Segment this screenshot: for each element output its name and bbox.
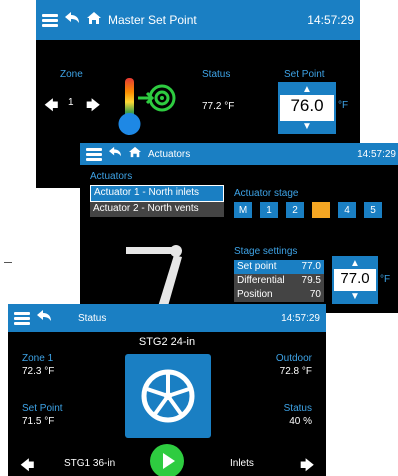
actuator-list: Actuator 1 - North inlets Actuator 2 - N… <box>90 185 224 217</box>
zone-label: Zone 1 <box>22 353 54 364</box>
play-icon <box>163 453 175 469</box>
page-title: Status <box>78 312 107 324</box>
master-header-bar: Master Set Point 14:57:29 <box>36 0 360 40</box>
back-icon[interactable] <box>36 309 52 328</box>
stage-value-stepper[interactable]: ▲ 77.0 ▼ <box>332 256 378 304</box>
fan-tile[interactable] <box>125 354 211 438</box>
home-icon[interactable] <box>128 145 142 163</box>
clock: 14:57:29 <box>357 148 396 160</box>
setting-name: Set point <box>237 261 277 272</box>
home-icon[interactable] <box>86 11 102 30</box>
stage-button-m[interactable]: M <box>234 202 252 218</box>
next-stage-label[interactable]: Inlets <box>230 458 254 469</box>
thermometer-icon <box>116 76 184 143</box>
setting-row-differential[interactable]: Differential 79.5 <box>234 274 324 288</box>
setpoint-stepper[interactable]: ▲ 76.0 ▼ <box>278 82 336 134</box>
page-title: Master Set Point <box>108 13 197 27</box>
setpoint-value: 76.0 <box>290 96 324 115</box>
actuator-item-2[interactable]: Actuator 2 - North vents <box>90 202 224 217</box>
actuators-screen: Actuators 14:57:29 Actuators Actuator 1 … <box>80 143 398 313</box>
setpoint-value: 71.5 °F <box>22 416 55 427</box>
prev-stage-label[interactable]: STG1 36-in <box>64 458 115 469</box>
stage-button-1[interactable]: 1 <box>260 202 278 218</box>
zone-prev-arrow-icon[interactable]: 🡄 <box>44 95 58 119</box>
outdoor-label: Outdoor <box>275 353 312 364</box>
decrease-arrow-icon[interactable]: ▼ <box>280 121 334 132</box>
back-icon[interactable] <box>64 11 80 30</box>
status-label: Status <box>283 403 312 414</box>
next-stage-arrow-icon[interactable]: 🡆 <box>300 455 314 476</box>
status-screen: Status 14:57:29 STG2 24-in Zone 1 72.3 °… <box>8 304 326 476</box>
zone-next-arrow-icon[interactable]: 🡆 <box>86 95 100 119</box>
status-value: 40 % <box>289 416 312 427</box>
menu-icon[interactable] <box>86 148 102 161</box>
prev-stage-arrow-icon[interactable]: 🡄 <box>20 455 34 476</box>
status-label: Status <box>202 69 231 80</box>
menu-icon[interactable] <box>14 312 30 325</box>
setting-row-position[interactable]: Position 70 <box>234 288 324 302</box>
clock: 14:57:29 <box>307 13 354 27</box>
outdoor-value: 72.8 °F <box>279 366 312 377</box>
stage-button-3[interactable]: 3 <box>312 202 330 218</box>
stage-settings-table: Set point 77.0 Differential 79.5 Positio… <box>234 260 324 302</box>
actuator-item-1[interactable]: Actuator 1 - North inlets <box>90 185 224 202</box>
setpoint-unit: °F <box>338 100 349 111</box>
status-value: 77.2 °F <box>202 101 235 112</box>
stage-button-4[interactable]: 4 <box>338 202 356 218</box>
setting-value: 77.0 <box>301 261 321 272</box>
zone-value: 72.3 °F <box>22 366 55 377</box>
actuator-stage-label: Actuator stage <box>234 188 299 199</box>
menu-icon[interactable] <box>42 14 58 27</box>
setpoint-label: Set Point <box>284 69 325 80</box>
fan-icon <box>141 369 195 423</box>
back-icon[interactable] <box>108 145 122 163</box>
zone-value: 1 <box>68 97 74 108</box>
page-title: Actuators <box>148 148 191 160</box>
setpoint-label: Set Point <box>22 403 63 414</box>
zone-label: Zone <box>60 69 83 80</box>
decrease-arrow-icon[interactable]: ▼ <box>334 291 376 302</box>
increase-arrow-icon[interactable]: ▲ <box>334 258 376 269</box>
stage-button-5[interactable]: 5 <box>364 202 382 218</box>
stage-buttons: M 1 2 3 4 5 <box>234 202 384 218</box>
increase-arrow-icon[interactable]: ▲ <box>280 84 334 95</box>
actuators-header-bar: Actuators 14:57:29 <box>80 143 398 165</box>
setting-value: 70 <box>309 289 321 300</box>
stage-settings-label: Stage settings <box>234 246 298 257</box>
setting-name: Differential <box>237 275 285 286</box>
stepper-unit: °F <box>380 274 391 285</box>
actuators-list-label: Actuators <box>90 171 133 182</box>
setting-name: Position <box>237 289 273 300</box>
clock: 14:57:29 <box>281 312 320 324</box>
actuator-arm-icon <box>120 235 190 313</box>
setting-row-setpoint[interactable]: Set point 77.0 <box>234 260 324 274</box>
stepper-value: 77.0 <box>340 270 370 287</box>
stage-title: STG2 24-in <box>138 336 196 348</box>
stage-button-2[interactable]: 2 <box>286 202 304 218</box>
connector-line <box>4 262 12 263</box>
status-header-bar: Status 14:57:29 <box>8 304 326 332</box>
setting-value: 79.5 <box>301 275 321 286</box>
play-button[interactable] <box>150 444 184 476</box>
